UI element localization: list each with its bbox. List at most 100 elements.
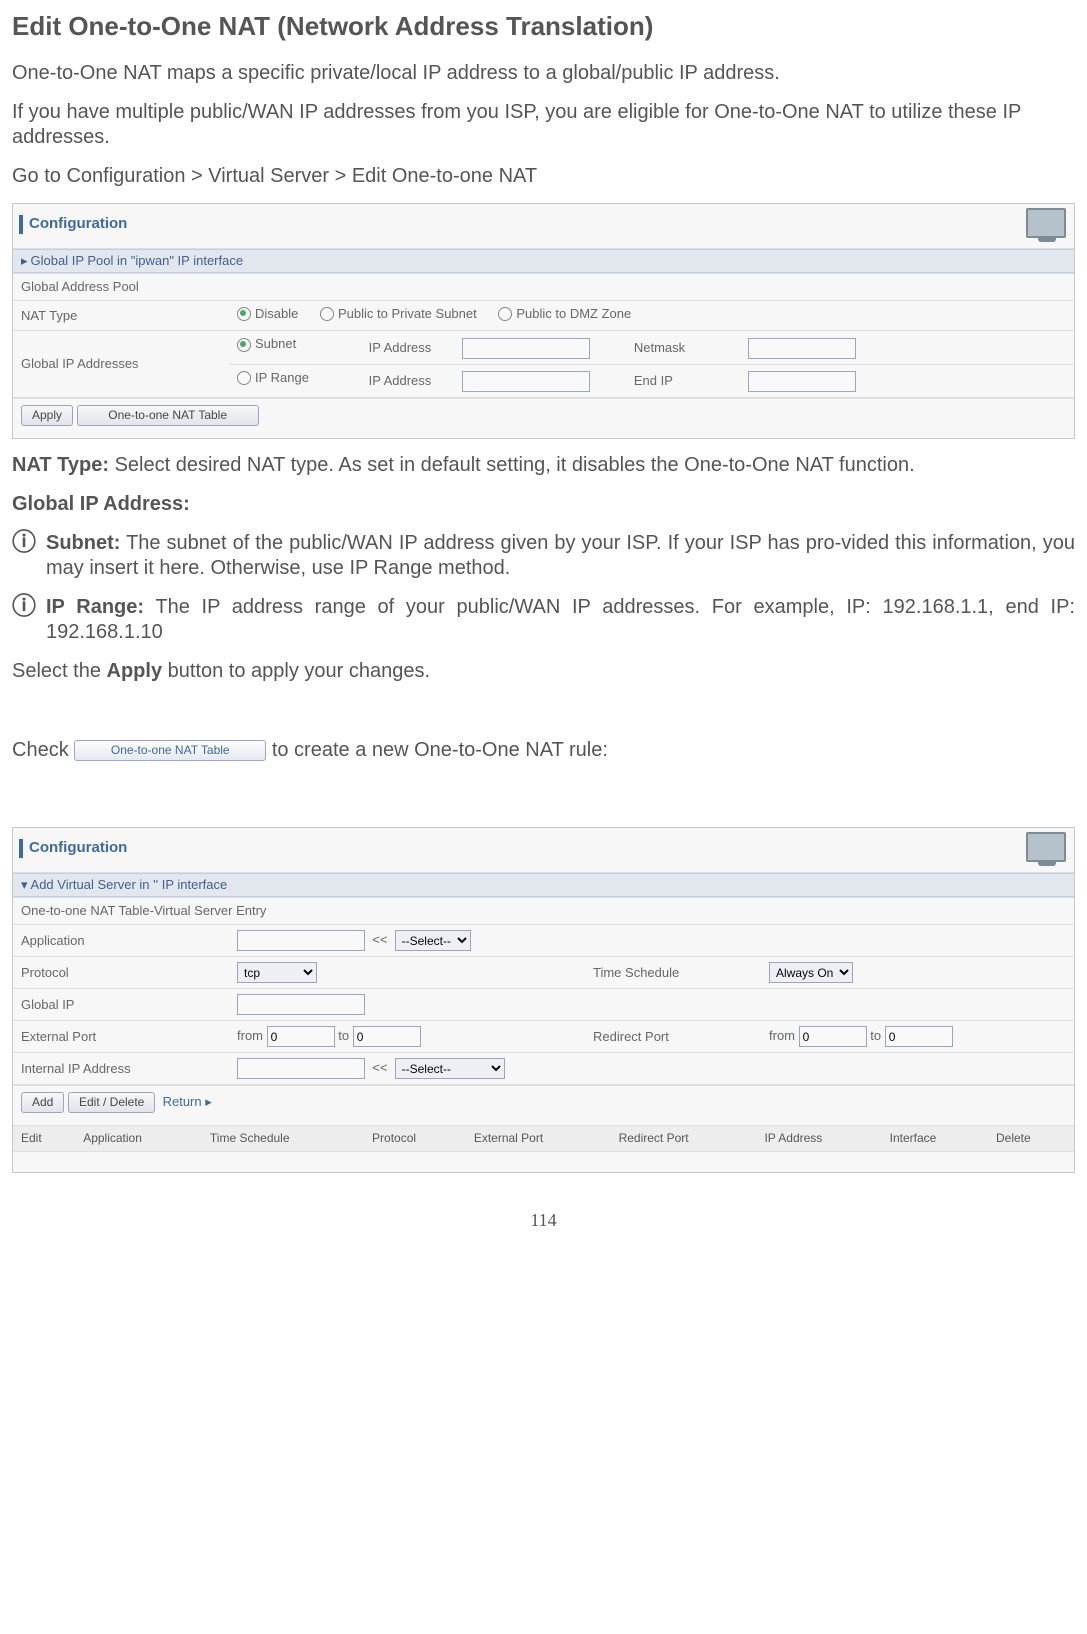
table-header-row: Edit Application Time Schedule Protocol …: [13, 1126, 1074, 1152]
timesched-label: Time Schedule: [585, 957, 761, 989]
global-ip-heading: Global IP Address:: [12, 492, 1075, 517]
apply-bold: Apply: [107, 660, 163, 682]
ipaddr-label: IP Address: [369, 340, 459, 356]
iprange-info: ⓘ IP Range: The IP address range of your…: [12, 595, 1075, 645]
hdr-redirport: Redirect Port: [611, 1126, 757, 1152]
nat-table-button-inline[interactable]: One-to-one NAT Table: [74, 740, 266, 761]
intro-1: One-to-One NAT maps a specific private/l…: [12, 61, 1075, 86]
edit-delete-button[interactable]: Edit / Delete: [68, 1092, 155, 1113]
page-number: 114: [12, 1209, 1075, 1232]
netmask-label: Netmask: [634, 340, 744, 356]
redirport-from-input[interactable]: [799, 1026, 867, 1047]
subnet-ip-input[interactable]: [462, 338, 590, 359]
globalip-label: Global IP: [13, 989, 229, 1021]
radio-label: Public to Private Subnet: [338, 306, 477, 322]
nat-type-label: NAT Type: [13, 301, 229, 331]
radio-icon: [237, 371, 251, 385]
apply-pre: Select the: [12, 660, 107, 682]
hdr-extport: External Port: [466, 1126, 611, 1152]
apply-button[interactable]: Apply: [21, 405, 73, 426]
from-label: from: [769, 1028, 795, 1043]
iprange-info-text: The IP address range of your public/WAN …: [46, 596, 1075, 643]
monitor-icon: [1026, 208, 1068, 242]
radio-label: IP Range: [255, 370, 309, 386]
globalip-input[interactable]: [237, 994, 365, 1015]
page-title: Edit One-to-One NAT (Network Address Tra…: [12, 10, 1075, 43]
panel-title: Configuration: [19, 839, 127, 858]
monitor-icon: [1026, 832, 1068, 866]
nat-type-desc-label: NAT Type:: [12, 454, 109, 476]
extport-from-input[interactable]: [267, 1026, 335, 1047]
check-instruction: Check One-to-one NAT Table to create a n…: [12, 738, 1075, 763]
intip-select[interactable]: --Select--: [395, 1058, 505, 1079]
info-icon: ⓘ: [12, 531, 46, 581]
ipaddr-label: IP Address: [369, 373, 459, 389]
apply-instruction: Select the Apply button to apply your ch…: [12, 659, 1075, 684]
section-header[interactable]: ▾Add Virtual Server in '' IP interface: [13, 873, 1074, 897]
config-panel-add-vserver: Configuration ▾Add Virtual Server in '' …: [12, 827, 1075, 1174]
apply-post: button to apply your changes.: [162, 660, 430, 682]
subsection-label: One-to-one NAT Table-Virtual Server Entr…: [13, 898, 1074, 925]
intip-input[interactable]: [237, 1058, 365, 1079]
endip-input[interactable]: [748, 371, 856, 392]
hdr-ipaddr: IP Address: [756, 1126, 881, 1152]
global-ip-label: Global IP Addresses: [13, 331, 229, 397]
application-input[interactable]: [237, 930, 365, 951]
radio-label: Subnet: [255, 336, 296, 352]
extport-label: External Port: [13, 1021, 229, 1053]
nat-type-desc-text: Select desired NAT type. As set in defau…: [109, 454, 915, 476]
hdr-delete: Delete: [988, 1126, 1074, 1152]
hdr-interface: Interface: [882, 1126, 988, 1152]
timesched-select[interactable]: Always On: [769, 962, 853, 983]
redirport-label: Redirect Port: [585, 1021, 761, 1053]
arrow-right-icon: ▸: [205, 1094, 212, 1109]
check-pre: Check: [12, 739, 74, 761]
radio-label: Disable: [255, 306, 298, 322]
panel-title: Configuration: [19, 215, 127, 234]
protocol-select[interactable]: tcp: [237, 962, 317, 983]
intro-2: If you have multiple public/WAN IP addre…: [12, 100, 1075, 150]
to-label: to: [870, 1028, 881, 1043]
breadcrumb-path: Go to Configuration > Virtual Server > E…: [12, 164, 1075, 189]
return-text: Return: [163, 1094, 202, 1109]
return-link[interactable]: Return ▸: [163, 1094, 212, 1109]
check-post: to create a new One-to-One NAT rule:: [272, 739, 608, 761]
add-button[interactable]: Add: [21, 1092, 64, 1113]
to-label: to: [338, 1028, 349, 1043]
subnet-info-label: Subnet:: [46, 532, 120, 554]
radio-icon: [237, 307, 251, 321]
nat-table-button[interactable]: One-to-one NAT Table: [77, 405, 259, 426]
subnet-info-text: The subnet of the public/WAN IP address …: [46, 532, 1075, 579]
addr-mode-subnet[interactable]: Subnet: [237, 336, 347, 352]
nat-type-disable[interactable]: Disable: [237, 306, 298, 322]
addr-mode-iprange[interactable]: IP Range: [237, 370, 347, 386]
hdr-timesched: Time Schedule: [202, 1126, 364, 1152]
protocol-label: Protocol: [13, 957, 229, 989]
hdr-application: Application: [75, 1126, 202, 1152]
intip-label: Internal IP Address: [13, 1053, 229, 1085]
radio-icon: [237, 338, 251, 352]
subnet-info: ⓘ Subnet: The subnet of the public/WAN I…: [12, 531, 1075, 581]
section-header-text: Global IP Pool in "ipwan" IP interface: [31, 253, 244, 268]
nat-type-public-dmz[interactable]: Public to DMZ Zone: [498, 306, 631, 322]
nat-type-desc: NAT Type: Select desired NAT type. As se…: [12, 453, 1075, 478]
section-header-text: Add Virtual Server in '' IP interface: [31, 877, 228, 892]
range-ip-input[interactable]: [462, 371, 590, 392]
radio-icon: [498, 307, 512, 321]
config-panel-global-ip-pool: Configuration ▸Global IP Pool in "ipwan"…: [12, 203, 1075, 439]
iprange-info-label: IP Range:: [46, 596, 144, 618]
redirport-to-input[interactable]: [885, 1026, 953, 1047]
hdr-protocol: Protocol: [364, 1126, 466, 1152]
application-label: Application: [13, 925, 229, 957]
application-select[interactable]: --Select--: [395, 930, 471, 951]
info-icon: ⓘ: [12, 595, 46, 645]
extport-to-input[interactable]: [353, 1026, 421, 1047]
endip-label: End IP: [634, 373, 744, 389]
radio-label: Public to DMZ Zone: [516, 306, 631, 322]
subsection-label: Global Address Pool: [13, 273, 1074, 300]
section-header[interactable]: ▸Global IP Pool in "ipwan" IP interface: [13, 249, 1074, 273]
radio-icon: [320, 307, 334, 321]
from-label: from: [237, 1028, 263, 1043]
nat-type-public-private[interactable]: Public to Private Subnet: [320, 306, 477, 322]
netmask-input[interactable]: [748, 338, 856, 359]
